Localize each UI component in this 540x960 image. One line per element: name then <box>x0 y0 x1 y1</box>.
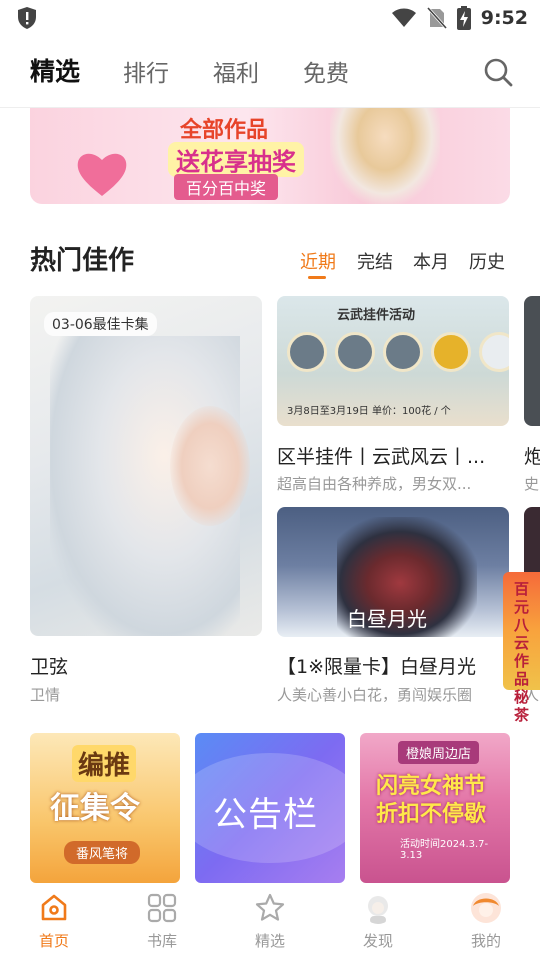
cover-art-title: 白昼月光 <box>347 607 427 631</box>
no-sim-icon <box>426 7 447 29</box>
section-title: 热门佳作 <box>30 246 135 276</box>
bottom-nav-featured[interactable]: 精选 <box>230 892 310 958</box>
promo-tile-shop[interactable]: 橙娘周边店 闪亮女神节 折扣不停歇 活动时间2024.3.7-3.13 <box>360 733 510 883</box>
bottom-nav-label: 首页 <box>38 932 69 950</box>
wifi-icon <box>391 8 416 27</box>
heart-icon <box>77 153 127 196</box>
promo-tile-title: 征集令 <box>50 791 140 826</box>
card-title[interactable]: 【1※限量卡】白昼月光 <box>277 652 509 679</box>
tab-welfare[interactable]: 福利 <box>213 54 259 88</box>
cover-art-title: 云武挂件活动 <box>337 308 416 323</box>
card-subtitle-peek: 史 <box>524 475 540 493</box>
card-cover-peek[interactable] <box>524 296 540 426</box>
card-badge: 03-06最佳卡集 <box>44 312 157 336</box>
promo-tile-chip: 番风笔将 <box>64 841 141 864</box>
bottom-nav-label: 精选 <box>254 932 285 950</box>
filter-this-month[interactable]: 本月 <box>413 248 449 274</box>
promo-tile-date: 活动时间2024.3.7-3.13 <box>400 839 489 861</box>
filter-completed[interactable]: 完结 <box>357 248 393 274</box>
bottom-nav: 首页 书库 精选 发现 我的 <box>0 890 540 960</box>
search-icon[interactable] <box>482 56 514 88</box>
filter-history[interactable]: 历史 <box>469 248 505 274</box>
discover-character-icon <box>368 896 388 924</box>
bottom-nav-discover[interactable]: 发现 <box>338 892 418 958</box>
cover-art-footer: 3月8日至3月19日 单价：100花 / 个 <box>287 406 451 417</box>
shield-alert-icon <box>18 7 36 29</box>
card-cover[interactable]: 云武挂件活动 3月8日至3月19日 单价：100花 / 个 <box>277 296 509 426</box>
bottom-nav-label: 我的 <box>470 932 501 950</box>
promo-banner[interactable]: 全部作品 送花享抽奖 百分百中奖 <box>30 108 510 204</box>
promo-tile-title: 公告栏 <box>213 795 318 835</box>
tab-free[interactable]: 免费 <box>303 54 349 88</box>
floating-promo-badge[interactable]: 百元八云作品秘茶 <box>503 572 540 724</box>
card-title[interactable]: 卫弦 <box>30 652 68 679</box>
tab-featured[interactable]: 精选 <box>30 52 80 88</box>
promo-tile-recommend[interactable]: 编推 征集令 番风笔将 <box>30 733 180 883</box>
promo-tile-tag: 橙娘周边店 <box>398 741 480 764</box>
banner-chip: 百分百中奖 <box>174 174 279 200</box>
battery-charging-icon <box>456 6 471 30</box>
card-subtitle: 超高自由各种养成，男女双... <box>277 475 472 493</box>
bottom-nav-profile[interactable]: 我的 <box>446 892 526 958</box>
status-bar: 9:52 <box>0 0 540 36</box>
card-title-peek: 炮 <box>524 446 540 468</box>
promo-tile-notice-board[interactable]: 公告栏 <box>195 733 345 883</box>
banner-title: 全部作品 <box>180 118 269 143</box>
banner-character-art <box>330 108 440 204</box>
card-subtitle: 卫情 <box>30 686 61 704</box>
promo-tile-tag: 编推 <box>72 745 137 782</box>
bottom-nav-library[interactable]: 书库 <box>122 892 202 958</box>
promo-tile-title: 闪亮女神节 折扣不停歇 <box>376 774 487 827</box>
tab-ranking[interactable]: 排行 <box>123 54 169 88</box>
profile-avatar-icon <box>471 893 501 923</box>
home-icon <box>41 894 67 921</box>
clock: 9:52 <box>480 7 528 29</box>
star-icon <box>255 893 285 921</box>
cover-art-face <box>170 406 250 526</box>
filter-recent[interactable]: 近期 <box>300 248 336 274</box>
card-subtitle: 人美心善小白花，勇闯娱乐圈 <box>277 686 473 704</box>
filter-active-indicator <box>308 276 326 279</box>
banner-subtitle: 送花享抽奖 <box>168 142 304 177</box>
cover-art-items <box>287 332 509 372</box>
card-title[interactable]: 区半挂件丨云武风云丨... <box>277 442 509 469</box>
card-cover[interactable]: 白昼月光 <box>277 507 509 637</box>
bottom-nav-label: 书库 <box>146 932 177 950</box>
grid-icon <box>147 893 177 923</box>
bottom-nav-home[interactable]: 首页 <box>14 892 94 958</box>
bottom-nav-label: 发现 <box>362 932 393 950</box>
featured-card-cover[interactable] <box>30 296 262 636</box>
top-nav: 精选 排行 福利 免费 <box>0 36 540 108</box>
